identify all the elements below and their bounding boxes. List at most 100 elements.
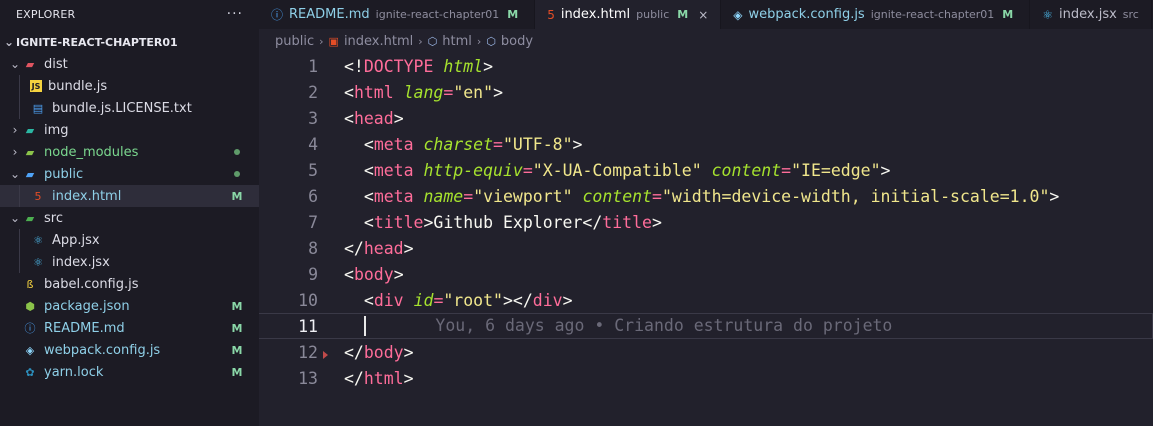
code-line[interactable]: 4 <meta charset="UTF-8"> — [259, 131, 1153, 157]
tree-item-label: img — [44, 122, 69, 138]
close-icon[interactable]: × — [698, 8, 708, 22]
tree-item-bundle-js[interactable]: JS bundle.js — [0, 75, 259, 97]
project-root[interactable]: ⌄ IGNITE-REACT-CHAPTER01 — [0, 31, 259, 53]
code-token: = — [493, 134, 503, 154]
editor-tabs: ⓘ README.md ignite-react-chapter01 M 5 index.… — [259, 0, 1153, 29]
tab-label: README.md — [289, 7, 370, 22]
tab-webpack-config-js[interactable]: ◈ webpack.config.js ignite-react-chapter01… — [721, 0, 1031, 29]
code-line[interactable]: 13 </html> — [259, 365, 1153, 391]
chevron-right-icon: › — [319, 34, 324, 48]
tree-item-readme-md[interactable]: ⓘ README.md M — [0, 317, 259, 339]
tree-item-webpack-config-js[interactable]: ◈ webpack.config.js M — [0, 339, 259, 361]
chevron-right-icon: › — [476, 34, 482, 48]
code-token: "en" — [453, 82, 494, 102]
chevron-down-icon: ⌄ — [9, 57, 21, 71]
react-file-icon: ⚛ — [33, 233, 43, 247]
tree-item-yarn-lock[interactable]: ✿ yarn.lock M — [0, 361, 259, 383]
tree-item-dist[interactable]: ⌄ ▰ dist — [0, 53, 259, 75]
code-token: </ — [344, 342, 364, 362]
breadcrumb-index-html[interactable]: index.html — [344, 34, 413, 49]
code-token: html — [363, 368, 404, 388]
code-line[interactable]: 6 <meta name="viewport" content="width=d… — [259, 183, 1153, 209]
code-line[interactable]: 1 <!DOCTYPE html> — [259, 53, 1153, 79]
chevron-right-icon: › — [12, 123, 18, 137]
folder-images-icon: ▰ — [25, 123, 35, 137]
folder-public-icon: ▰ — [25, 167, 35, 181]
tree-item-babel-config-js[interactable]: ß babel.config.js — [0, 273, 259, 295]
tree-item-bundle-js-license-txt[interactable]: ▤ bundle.js.LICENSE.txt — [0, 97, 259, 119]
code-text: <meta name="viewport" content="width=dev… — [344, 187, 1059, 206]
code-token: > — [403, 238, 414, 258]
code-line[interactable]: 3 <head> — [259, 105, 1153, 131]
breadcrumb-html[interactable]: html — [442, 34, 472, 49]
code-line[interactable]: 10 <div id="root"></div> — [259, 287, 1153, 313]
git-status-dot — [234, 149, 240, 155]
code-line[interactable]: 8 </head> — [259, 235, 1153, 261]
chevron-down-icon: ⌄ — [3, 35, 15, 49]
webpack-file-icon: ◈ — [25, 343, 35, 357]
code-token: > — [1049, 186, 1060, 206]
code-line[interactable]: 11 You, 6 days ago • Criando estrutura d… — [259, 313, 1153, 339]
code-token: > — [403, 342, 414, 362]
code-token: = — [433, 290, 444, 310]
code-line[interactable]: 7 <title>Github Explorer</title> — [259, 209, 1153, 235]
code-text: </head> — [344, 239, 414, 258]
tree-item-img[interactable]: › ▰ img — [0, 119, 259, 141]
more-actions-icon[interactable]: ··· — [227, 6, 243, 22]
code-token: </ — [344, 238, 364, 258]
tree-item-src[interactable]: ⌄ ▰ src — [0, 207, 259, 229]
react-file-icon: ⚛ — [1042, 7, 1054, 22]
breadcrumb-public[interactable]: public — [275, 34, 314, 49]
git-modified-badge: M — [231, 321, 243, 335]
code-token: title — [602, 212, 652, 232]
code-token: content — [582, 186, 653, 206]
code-token: < — [344, 160, 374, 180]
tree-item-label: yarn.lock — [44, 364, 104, 380]
code-text: </html> — [344, 369, 414, 388]
code-token: body — [363, 342, 404, 362]
code-token: > — [880, 160, 891, 180]
code-token: > — [493, 82, 503, 102]
tree-item-app-jsx[interactable]: ⚛ App.jsx — [0, 229, 259, 251]
code-token: "root" — [443, 290, 503, 310]
code-token: meta — [373, 186, 414, 206]
tree-item-node-modules[interactable]: › ▰ node_modules — [0, 141, 259, 163]
code-line[interactable]: 2 <html lang="en"> — [259, 79, 1153, 105]
tree-item-package-json[interactable]: ⬢ package.json M — [0, 295, 259, 317]
element-icon: ⬡ — [427, 34, 438, 48]
code-editor[interactable]: 1 <!DOCTYPE html> 2 <html lang="en"> 3 <head>… — [259, 53, 1153, 426]
tree-item-public[interactable]: ⌄ ▰ public — [0, 163, 259, 185]
code-line[interactable]: 5 <meta http-equiv="X-UA-Compatible" con… — [259, 157, 1153, 183]
tree-item-index-jsx[interactable]: ⚛ index.jsx — [0, 251, 259, 273]
git-blame-annotation: You, 6 days ago • Criando estrutura do p… — [365, 315, 893, 335]
indent-guide — [19, 97, 20, 119]
tab-index-html[interactable]: 5 index.html public M × — [535, 0, 722, 29]
breadcrumb-body[interactable]: body — [501, 34, 533, 49]
code-token: >Github Explorer</ — [423, 212, 603, 232]
indent-guide — [19, 229, 20, 251]
code-token: = — [522, 160, 533, 180]
tab-readme-md[interactable]: ⓘ README.md ignite-react-chapter01 M — [259, 0, 536, 29]
code-token: http-equiv — [423, 160, 523, 180]
line-number: 5 — [308, 160, 318, 180]
indent-guide — [19, 75, 20, 97]
code-token: html — [443, 56, 484, 76]
code-token: < — [344, 82, 354, 102]
tree-item-label: package.json — [44, 298, 130, 314]
html-file-icon: 5 — [547, 7, 555, 22]
code-line[interactable]: 9 <body> — [259, 261, 1153, 287]
tab-label: index.jsx — [1059, 7, 1117, 22]
tab-label: webpack.config.js — [748, 7, 865, 22]
babel-file-icon: ß — [26, 277, 34, 291]
tree-item-index-html[interactable]: 5 index.html M — [0, 185, 259, 207]
react-file-icon: ⚛ — [33, 255, 43, 269]
tab-index-jsx[interactable]: ⚛ index.jsx src — [1030, 0, 1152, 29]
tree-item-label: index.html — [52, 188, 122, 204]
code-line[interactable]: 12 </body> — [259, 339, 1153, 365]
code-token: > — [393, 108, 404, 128]
code-text: <div id="root"></div> — [344, 291, 573, 310]
